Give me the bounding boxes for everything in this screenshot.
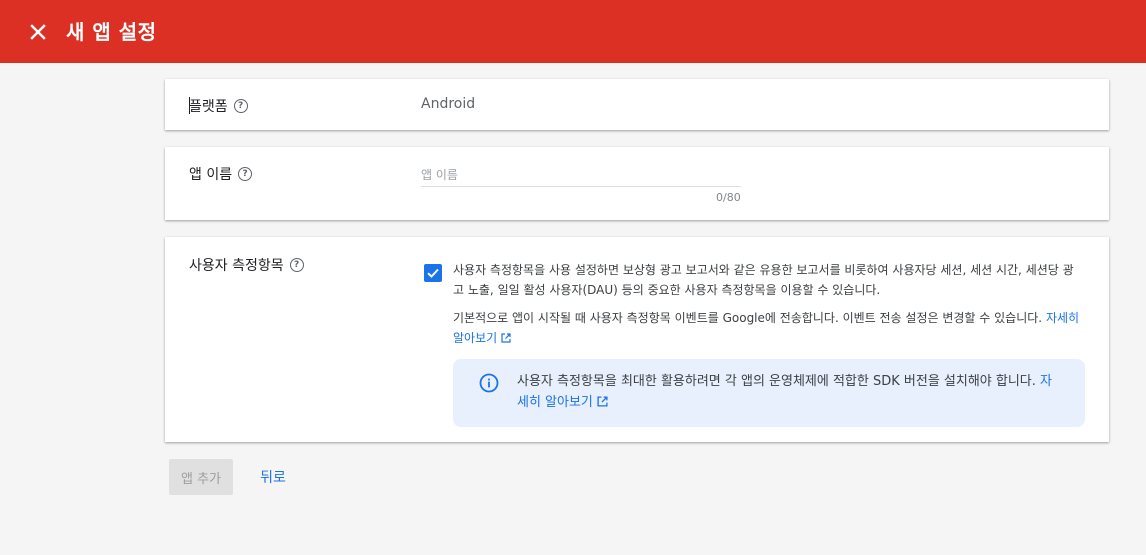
sdk-info-text: 사용자 측정항목을 최대한 활용하려면 각 앱의 운영체제에 적합한 SDK 버… [517, 371, 1062, 413]
page-title: 새 앱 설정 [66, 20, 157, 44]
platform-label-row: 플랫폼 ? [189, 96, 248, 116]
app-name-card: 앱 이름 ? 0/80 [165, 147, 1109, 220]
user-metrics-label-row: 사용자 측정항목 ? [189, 255, 304, 275]
checkmark-icon [427, 268, 439, 278]
user-metrics-checkbox[interactable] [424, 264, 442, 282]
app-name-label-row: 앱 이름 ? [189, 164, 253, 184]
back-button[interactable]: 뒤로 [250, 459, 296, 495]
event-sending-description: 기본적으로 앱이 시작될 때 사용자 측정항목 이벤트를 Google에 전송합… [453, 308, 1083, 348]
close-icon [30, 24, 46, 40]
user-metrics-label: 사용자 측정항목 [189, 258, 284, 274]
help-icon[interactable]: ? [238, 167, 253, 181]
platform-label: 플랫폼 [189, 99, 228, 115]
sdk-info-banner: 사용자 측정항목을 최대한 활용하려면 각 앱의 운영체제에 적합한 SDK 버… [453, 359, 1085, 427]
app-name-label: 앱 이름 [189, 167, 233, 183]
open-in-new-icon [597, 396, 608, 407]
app-name-input[interactable] [421, 163, 741, 187]
help-icon[interactable]: ? [233, 99, 248, 113]
platform-card: 플랫폼 ? Android [165, 79, 1109, 130]
platform-value: Android [421, 96, 476, 112]
user-metrics-description: 사용자 측정항목을 사용 설정하면 보상형 광고 보고서와 같은 유용한 보고서… [453, 263, 1074, 297]
app-header: 새 앱 설정 [0, 0, 1146, 63]
open-in-new-icon [501, 333, 511, 343]
character-counter: 0/80 [716, 191, 741, 204]
sdk-info-message: 사용자 측정항목을 최대한 활용하려면 각 앱의 운영체제에 적합한 SDK 버… [517, 374, 1036, 389]
close-button[interactable] [24, 18, 52, 46]
add-app-button[interactable]: 앱 추가 [169, 459, 233, 495]
event-sending-text: 기본적으로 앱이 시작될 때 사용자 측정항목 이벤트를 Google에 전송합… [453, 311, 1043, 325]
user-metrics-card: 사용자 측정항목 ? 사용자 측정항목을 사용 설정하면 보상형 광고 보고서와… [165, 237, 1109, 442]
help-icon[interactable]: ? [289, 258, 304, 272]
info-icon [479, 373, 499, 393]
